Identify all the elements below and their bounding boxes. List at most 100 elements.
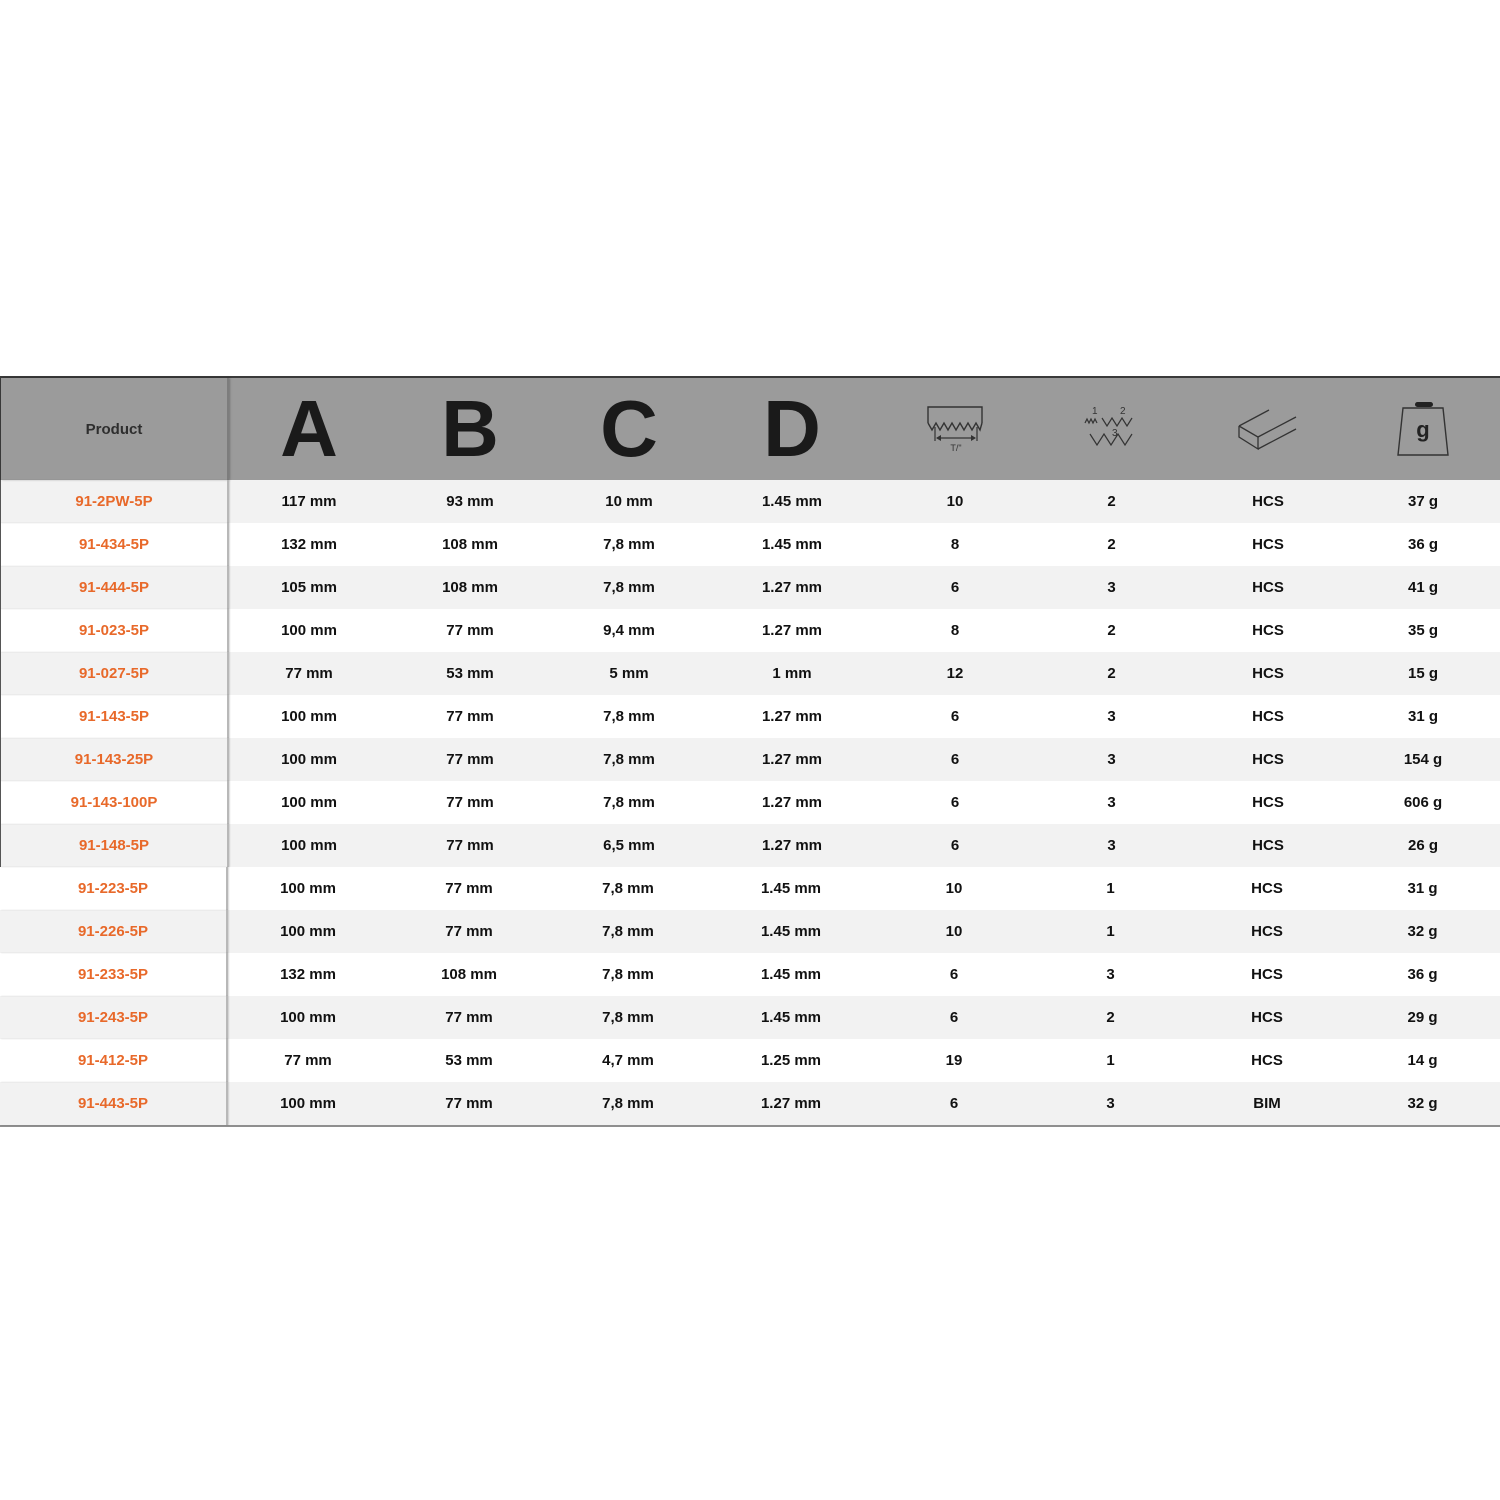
tpi-cell: 8 <box>877 523 1033 566</box>
table-row: 91-143-100P 100 mm 77 mm 7,8 mm 1.27 mm … <box>0 781 1500 824</box>
product-code[interactable]: 91-444-5P <box>79 579 149 596</box>
weight-cell: 26 g <box>1346 824 1500 867</box>
dimension-d-value: 1.27 mm <box>760 1095 822 1112</box>
material-cell: HCS <box>1190 523 1346 566</box>
dimension-b-value: 77 mm <box>445 880 493 897</box>
header-c: C <box>551 378 707 480</box>
dimension-a-value: 100 mm <box>281 837 337 854</box>
set-value: 3 <box>1107 751 1116 768</box>
header-a: A <box>229 378 389 480</box>
material-cell: HCS <box>1189 996 1345 1039</box>
tpi-cell: 6 <box>877 781 1033 824</box>
table-row: 91-2PW-5P 117 mm 93 mm 10 mm 1.45 mm 10 … <box>0 480 1500 523</box>
dimension-a-cell: 100 mm <box>228 996 388 1039</box>
dimension-b-cell: 77 mm <box>388 867 550 910</box>
material-value: HCS <box>1251 1009 1283 1026</box>
dimension-b-value: 108 mm <box>442 579 498 596</box>
weight-value: 32 g <box>1407 1095 1438 1112</box>
dimension-d-value: 1.27 mm <box>761 708 823 725</box>
dimension-b-cell: 93 mm <box>389 480 551 523</box>
tpi-value: 12 <box>946 665 964 682</box>
set-cell: 3 <box>1033 695 1190 738</box>
weight-value: 29 g <box>1407 1009 1438 1026</box>
header-tpi: T/" <box>877 378 1033 480</box>
dimension-b-cell: 77 mm <box>388 1082 550 1125</box>
product-cell: 91-233-5P <box>0 953 228 996</box>
product-code[interactable]: 91-412-5P <box>78 1052 148 1069</box>
tpi-value: 6 <box>949 966 959 983</box>
dimension-c-value: 7,8 mm <box>602 880 654 897</box>
material-value: HCS <box>1251 923 1283 940</box>
tpi-cell: 12 <box>877 652 1033 695</box>
tooth-pitch-caption: T/" <box>950 443 961 453</box>
product-code[interactable]: 91-223-5P <box>78 880 148 897</box>
set-value: 3 <box>1107 708 1116 725</box>
weight-cell: 29 g <box>1345 996 1500 1039</box>
dimension-a-value: 100 mm <box>281 794 337 811</box>
material-value: HCS <box>1252 751 1284 768</box>
set-value: 3 <box>1107 794 1116 811</box>
product-code[interactable]: 91-143-25P <box>75 751 153 768</box>
set-value: 1 <box>1106 880 1115 897</box>
dimension-a-value: 100 mm <box>281 622 337 639</box>
dimension-a-cell: 77 mm <box>228 1039 388 1082</box>
product-code[interactable]: 91-143-100P <box>71 794 158 811</box>
table-row: 91-412-5P 77 mm 53 mm 4,7 mm 1.25 mm 19 … <box>0 1039 1500 1082</box>
product-cell: 91-2PW-5P <box>0 480 229 523</box>
dimension-b-cell: 108 mm <box>388 953 550 996</box>
set-cell: 3 <box>1033 781 1190 824</box>
dimension-c-value: 7,8 mm <box>603 751 655 768</box>
tpi-cell: 10 <box>876 867 1032 910</box>
tpi-cell: 6 <box>877 695 1033 738</box>
dimension-c-value: 7,8 mm <box>602 923 654 940</box>
material-value: HCS <box>1252 493 1284 510</box>
dimension-c-value: 7,8 mm <box>603 536 655 553</box>
set-value: 1 <box>1106 1052 1115 1069</box>
dimension-c-cell: 7,8 mm <box>550 1082 706 1125</box>
dimension-c-cell: 4,7 mm <box>550 1039 706 1082</box>
product-code[interactable]: 91-027-5P <box>79 665 149 682</box>
weight-icon-label: g <box>1416 417 1429 442</box>
dimension-a-cell: 77 mm <box>229 652 389 695</box>
weight-value: 26 g <box>1407 837 1438 854</box>
tooth-pitch-icon: T/" <box>927 406 983 453</box>
dimension-d-cell: 1.45 mm <box>706 996 876 1039</box>
product-code[interactable]: 91-443-5P <box>78 1095 148 1112</box>
product-code[interactable]: 91-226-5P <box>78 923 148 940</box>
dimension-b-cell: 77 mm <box>389 609 551 652</box>
product-code[interactable]: 91-243-5P <box>78 1009 148 1026</box>
material-value: HCS <box>1252 579 1284 596</box>
dimension-a-cell: 100 mm <box>228 867 388 910</box>
weight-value: 37 g <box>1407 493 1438 510</box>
material-cell: HCS <box>1190 480 1346 523</box>
dimension-d-value: 1 mm <box>772 665 812 682</box>
dimension-b-value: 77 mm <box>446 622 494 639</box>
material-cell: BIM <box>1189 1082 1345 1125</box>
dimension-c-value: 7,8 mm <box>603 579 655 596</box>
dimension-a-cell: 100 mm <box>229 824 389 867</box>
material-value: HCS <box>1252 536 1284 553</box>
tpi-cell: 6 <box>877 824 1033 867</box>
set-cell: 1 <box>1032 867 1189 910</box>
set-value: 3 <box>1107 837 1116 854</box>
dimension-b-cell: 108 mm <box>389 566 551 609</box>
dimension-a-value: 100 mm <box>281 708 337 725</box>
dimension-a-label: A <box>280 384 338 473</box>
tpi-cell: 10 <box>877 480 1033 523</box>
product-cell: 91-148-5P <box>0 824 229 867</box>
product-code[interactable]: 91-233-5P <box>78 966 148 983</box>
product-cell: 91-444-5P <box>0 566 229 609</box>
product-code[interactable]: 91-148-5P <box>79 837 149 854</box>
product-code[interactable]: 91-023-5P <box>79 622 149 639</box>
product-code[interactable]: 91-434-5P <box>79 536 149 553</box>
dimension-a-cell: 100 mm <box>229 781 389 824</box>
product-code[interactable]: 91-2PW-5P <box>75 493 152 510</box>
dimension-d-cell: 1.45 mm <box>706 910 876 953</box>
product-code[interactable]: 91-143-5P <box>79 708 149 725</box>
dimension-b-value: 108 mm <box>442 536 498 553</box>
material-value: HCS <box>1252 708 1284 725</box>
set-cell: 3 <box>1033 824 1190 867</box>
dimension-d-cell: 1.45 mm <box>706 953 876 996</box>
dimension-d-value: 1.45 mm <box>761 493 823 510</box>
material-bar-icon <box>1238 409 1297 451</box>
